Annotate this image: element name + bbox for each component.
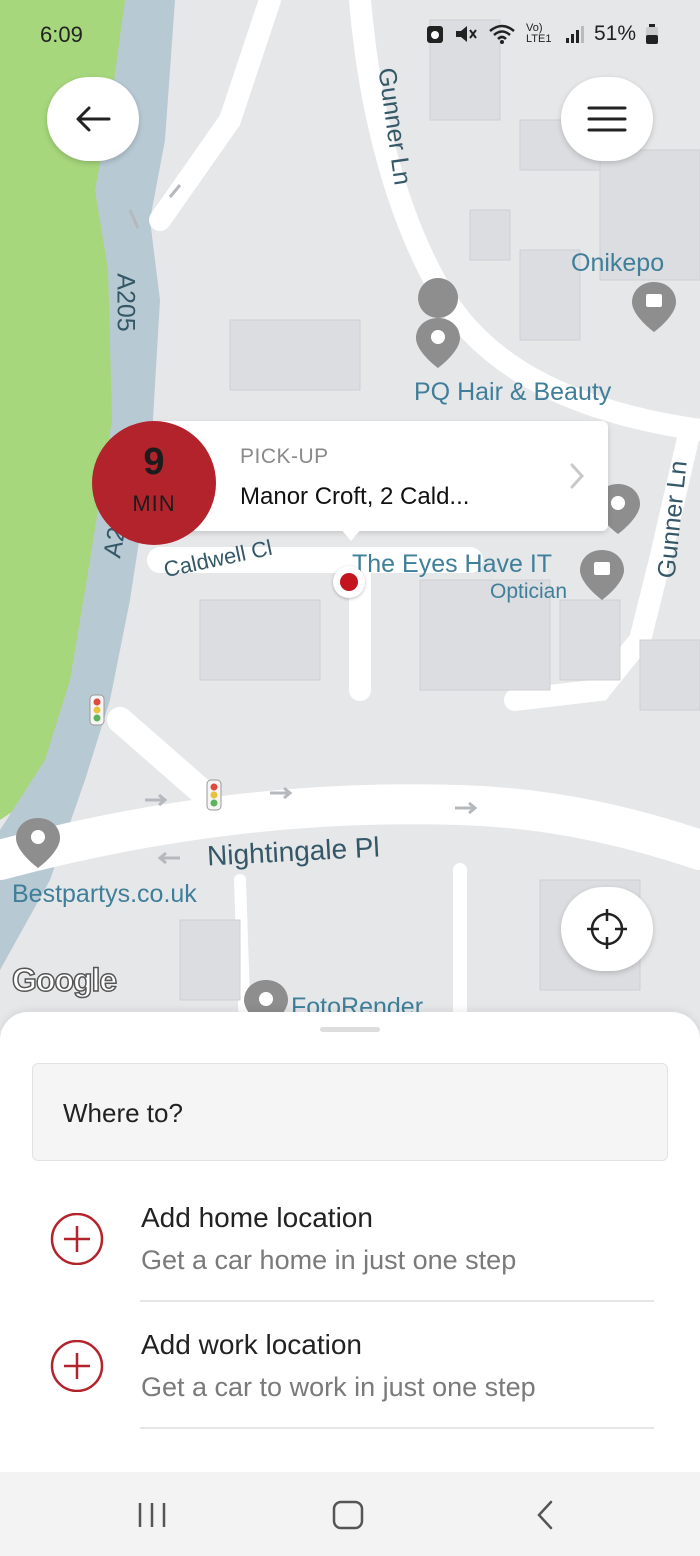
recents-icon <box>138 1503 166 1527</box>
poi-label-optician: Optician <box>490 580 568 603</box>
add-circle-icon <box>50 1213 104 1265</box>
poi-label-onikepo[interactable]: Onikepo <box>571 249 664 278</box>
battery-icon <box>646 24 658 44</box>
pickup-label: PICK-UP <box>240 445 329 468</box>
poi-label-bestpartys[interactable]: Bestpartys.co.uk <box>12 880 197 909</box>
bottom-sheet: Where to? Add home location Get a car ho… <box>0 1012 700 1472</box>
locate-me-button[interactable] <box>561 887 653 971</box>
divider <box>140 1427 654 1429</box>
add-work-subtitle: Get a car to work in just one step <box>141 1372 536 1402</box>
status-icons: Vo) LTE1 51% <box>426 22 658 46</box>
locate-me-icon <box>587 909 627 949</box>
pickup-card[interactable]: PICK-UP Manor Croft, 2 Cald... <box>150 421 608 531</box>
pickup-address: Manor Croft, 2 Cald... <box>240 483 470 510</box>
poi-label-pq-hair[interactable]: PQ Hair & Beauty <box>414 378 611 407</box>
destination-search-placeholder: Where to? <box>63 1098 183 1128</box>
divider <box>140 1300 654 1302</box>
eta-value: 9 <box>143 441 165 483</box>
menu-button[interactable] <box>561 77 653 161</box>
eta-badge: 9 MIN <box>92 421 216 545</box>
status-time: 6:09 <box>40 22 83 47</box>
mute-icon <box>455 26 477 42</box>
add-home-subtitle: Get a car home in just one step <box>141 1245 517 1275</box>
google-logo: Google <box>11 961 118 999</box>
signal-icon <box>565 26 584 43</box>
system-back-button[interactable] <box>515 1494 575 1536</box>
destination-search-input[interactable]: Where to? <box>32 1063 668 1161</box>
wifi-icon <box>489 24 515 44</box>
notification-icon <box>426 26 443 43</box>
add-home-title: Add home location <box>141 1202 373 1233</box>
add-home-location-item[interactable]: Add home location Get a car home in just… <box>0 1187 700 1313</box>
eta-unit: MIN <box>132 491 176 516</box>
recents-button[interactable] <box>122 1494 182 1536</box>
add-circle-icon <box>50 1340 104 1392</box>
sheet-drag-handle[interactable] <box>320 1027 380 1032</box>
home-icon <box>332 1500 364 1530</box>
home-button[interactable] <box>318 1494 378 1536</box>
road-label-a205: A205 <box>111 273 140 332</box>
back-arrow-icon <box>76 106 111 132</box>
battery-percent: 51% <box>593 22 636 45</box>
back-icon <box>537 1500 553 1530</box>
status-bar: 6:09 Vo) LTE1 51% <box>0 0 700 70</box>
poi-label-eyes-have-it[interactable]: The Eyes Have IT <box>352 550 552 579</box>
back-button[interactable] <box>47 77 139 161</box>
chevron-right-icon <box>570 463 585 489</box>
pickup-card-pointer <box>340 528 362 541</box>
pickup-location-marker[interactable] <box>333 566 365 598</box>
menu-icon <box>587 106 627 132</box>
system-navigation-bar <box>0 1472 700 1556</box>
add-work-location-item[interactable]: Add work location Get a car to work in j… <box>0 1314 700 1440</box>
network-type: Vo) LTE1 <box>525 22 552 45</box>
add-work-title: Add work location <box>141 1329 363 1360</box>
